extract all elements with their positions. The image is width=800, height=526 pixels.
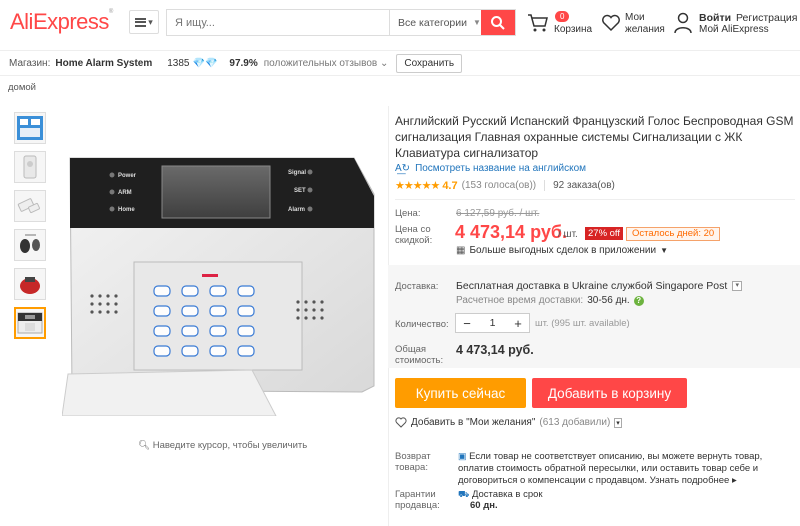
panel-label-home: Home [118,207,135,213]
wishlist-label: Мои желания [625,12,665,35]
help-icon[interactable]: ? [633,295,644,306]
heart-icon [602,14,620,32]
thumbnail[interactable] [14,190,46,222]
search-category-select[interactable]: Все категории ▼ [389,10,481,35]
top-header: AliExpress® ▾ Все категории ▼ 0 Корзина … [0,0,800,46]
cart-label: Корзина [554,24,593,35]
login-link[interactable]: Войти [699,12,731,24]
search-button[interactable] [481,10,515,35]
thumbnail-selected[interactable] [14,307,46,339]
per-unit: / шт. [558,229,578,240]
panel-label-signal: Signal [288,170,306,176]
days-left-badge: Осталось дней: 20 [626,227,721,241]
zoom-hint: 🔍︎ Наведите курсор, чтобы увеличить [138,440,308,451]
translate-link[interactable]: A͟↻ Посмотреть название на английском [395,163,586,174]
current-price: 4 473,14 руб. [455,222,567,242]
price-label: Цена: [395,208,421,219]
thumbnail-list [14,112,48,346]
rating-row: ★★★★★ 4.7 (153 голоса(ов)) 92 заказа(ов) [395,179,615,193]
chevron-down-icon: ▾ [148,16,153,27]
product-main-image[interactable]: Power ARM Home Signal SET Alarm [61,116,382,417]
panel-label-power: Power [118,173,137,179]
product-title: Английский Русский Испанский Французский… [395,114,794,160]
panel-label-set: SET [294,188,306,194]
breadcrumb[interactable]: домой [8,82,36,93]
search-category-label: Все категории [398,16,467,29]
translate-icon: A͟↻ [395,163,411,174]
cart-icon [528,14,548,32]
decrease-button[interactable]: − [456,316,478,331]
register-link[interactable]: Регистрация [736,12,797,24]
total-label: Общая стоимость: [395,344,444,366]
thumbnail[interactable] [14,151,46,183]
quantity-stepper: − 1 + [455,313,530,333]
search-input[interactable] [167,10,389,35]
positive-feedback-pct: 97.9% [229,57,258,69]
positive-feedback-label[interactable]: положительных отзывов ⌄ [264,58,389,69]
divider [544,180,546,191]
chevron-down-icon: ▼ [660,246,669,255]
grid-icon: ▦ [456,245,466,256]
categories-menu-button[interactable]: ▾ [129,10,159,34]
star-rating-icon: ★★★★★ [395,180,440,192]
cart-count-badge: 0 [555,11,570,22]
app-deals-link[interactable]: ▦ Больше выгодных сделок в приложении ▼ [456,245,668,256]
old-price: 6 127,59 руб. / шт. [456,208,540,219]
add-to-wishlist-link[interactable]: Добавить в "Мои желания" (613 добавили) … [395,417,622,428]
guarantee-days: 60 дн. [470,500,498,511]
diamond-icon: 💎💎 [192,57,218,69]
hamburger-icon [135,17,147,27]
magnifier-icon: 🔍︎ [138,440,151,451]
shipping-selector[interactable]: Бесплатная доставка в Ukraine службой Si… [456,280,743,292]
panel-label-alarm: Alarm [288,207,305,213]
search-icon [491,15,505,30]
wishlist-button[interactable]: Мои желания [601,10,671,38]
divider [395,199,795,200]
chevron-down-icon: ▼ [472,18,481,27]
quantity-label: Количество: [395,319,449,330]
cart-button[interactable]: 0 Корзина [527,10,597,38]
chevron-down-icon: ⌄ [379,57,389,69]
delivery-time: Расчетное время доставки: 30-56 дн. ? [456,295,644,306]
quantity-input[interactable]: 1 [478,317,507,329]
votes-link[interactable]: (153 голоса(ов)) [462,180,537,191]
save-store-button[interactable]: Сохранить [396,53,463,73]
heart-plus-icon [395,417,407,428]
thumbnail[interactable] [14,112,46,144]
shield-icon: ▣ [458,451,467,461]
store-name-link[interactable]: Home Alarm System [55,58,152,69]
my-aliexpress-link[interactable]: Мой AliExpress [699,24,769,35]
store-score: 1385 [167,57,190,69]
truck-icon: ⛟ [458,489,470,499]
store-bar: Магазин: Home Alarm System 1385 💎💎 97.9%… [0,50,800,76]
orders-count: 92 заказа(ов) [553,180,615,191]
panel-label-arm: ARM [118,190,132,196]
account-menu[interactable]: Войти Регистрация Мой AliExpress [673,10,800,38]
discount-badge: 27% off [585,227,624,240]
aliexpress-logo[interactable]: AliExpress® [10,9,113,35]
quantity-available: шт. (995 шт. available) [535,318,630,329]
logo-text: AliExpress [10,9,109,34]
user-icon [674,12,692,34]
return-policy: ▣ Если товар не соответствует описанию, … [458,451,763,486]
buy-now-button[interactable]: Купить сейчас [395,378,526,408]
increase-button[interactable]: + [507,316,529,331]
chevron-down-icon: ▾ [614,417,622,428]
guarantee-label: Гарантии продавца: [395,489,440,511]
store-label: Магазин: [9,57,51,69]
search-bar: Все категории ▼ [166,9,516,36]
return-label: Возврат товара: [395,451,431,473]
add-to-cart-button[interactable]: Добавить в корзину [532,378,687,408]
shipping-label: Доставка: [395,281,439,292]
chevron-down-icon: ▾ [732,281,743,291]
learn-more-link[interactable]: Узнать подробнее ▸ [650,475,737,486]
thumbnail[interactable] [14,229,46,261]
thumbnail[interactable] [14,268,46,300]
total-price: 4 473,14 руб. [456,343,534,357]
rating-value: 4.7 [442,179,458,192]
discount-price-label: Цена со скидкой: [395,224,433,246]
